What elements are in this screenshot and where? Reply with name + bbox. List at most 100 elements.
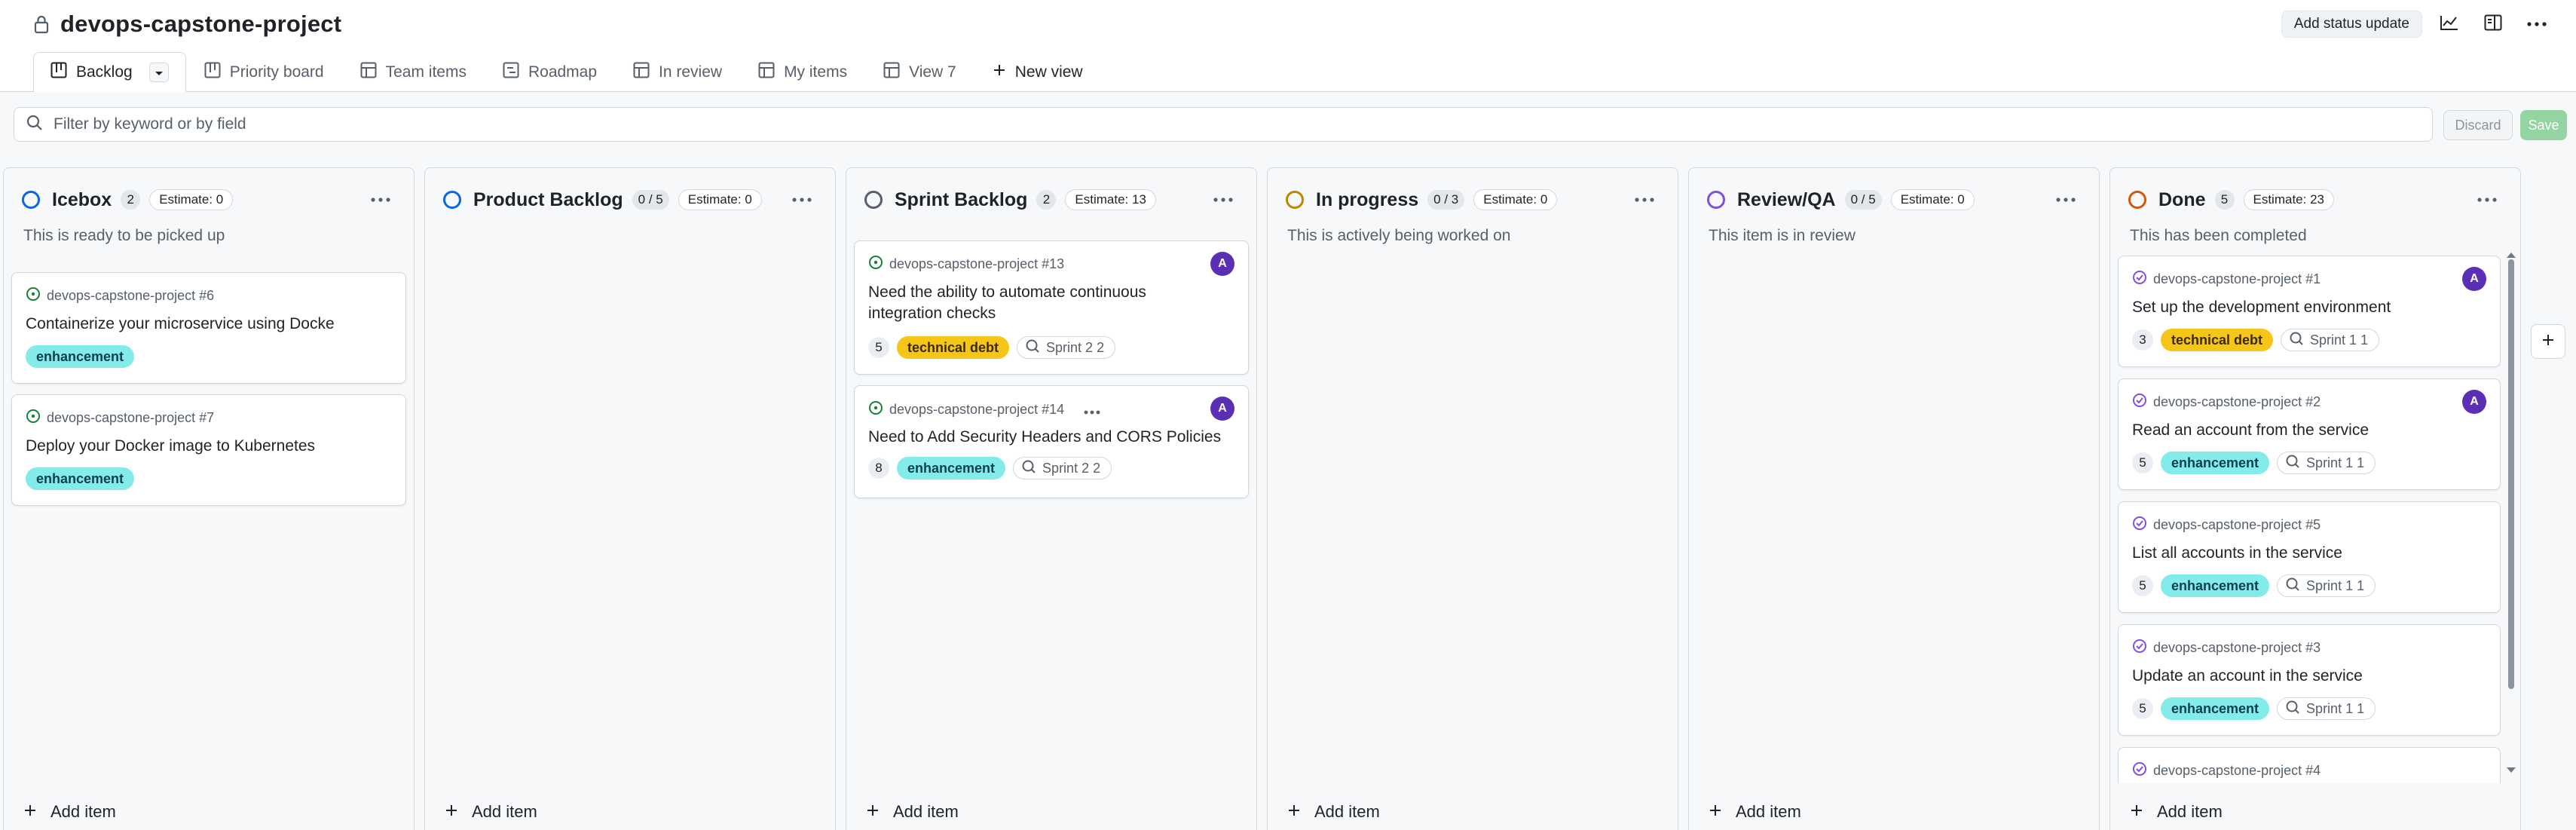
assignee-avatar[interactable]: A: [2462, 267, 2486, 291]
label-technical-debt[interactable]: technical debt: [897, 336, 1010, 359]
new-view-button[interactable]: New view: [974, 53, 1101, 92]
tab-view-7[interactable]: View 7: [865, 53, 974, 92]
kebab-icon: [1213, 193, 1233, 207]
sprint-chip[interactable]: Sprint 1 1: [2277, 574, 2376, 597]
tab-in-review[interactable]: In review: [615, 53, 740, 92]
card-ref: devops-capstone-project #14: [889, 401, 1065, 417]
scroll-down-arrow-icon[interactable]: [2507, 767, 2516, 773]
column-description: This is ready to be picked up: [23, 227, 225, 244]
add-item-button[interactable]: Add item: [1287, 798, 1380, 825]
tab-label: Team items: [385, 63, 467, 81]
column-menu-button[interactable]: [2051, 188, 2081, 212]
iteration-icon: [1025, 338, 1040, 357]
card-title[interactable]: Need to Add Security Headers and CORS Po…: [868, 427, 1222, 448]
card-title[interactable]: List all accounts in the service: [2132, 543, 2464, 564]
tab-team-items[interactable]: Team items: [342, 53, 485, 92]
card-title[interactable]: Read an account from the service: [2132, 420, 2464, 441]
label-enhancement[interactable]: enhancement: [26, 345, 135, 368]
kebab-icon: [1084, 400, 1100, 418]
insights-button[interactable]: [2433, 9, 2466, 39]
column-menu-button[interactable]: [1208, 188, 1238, 212]
issue-card[interactable]: devops-capstone-project #7 Deploy your D…: [11, 394, 406, 506]
card-reference: devops-capstone-project #4: [2132, 761, 2321, 780]
column-title: In progress: [1316, 188, 1419, 210]
assignee-avatar[interactable]: A: [1210, 397, 1234, 421]
add-item-button[interactable]: Add item: [866, 798, 959, 825]
issue-card[interactable]: devops-capstone-project #3 Update an acc…: [2118, 624, 2501, 736]
filter-input[interactable]: Filter by keyword or by field: [14, 107, 2433, 142]
tab-options-button[interactable]: [148, 63, 169, 82]
iteration-icon: [2289, 331, 2304, 350]
tab-label: Priority board: [229, 63, 324, 81]
column-menu-button[interactable]: [366, 188, 396, 212]
sprint-chip[interactable]: Sprint 1 1: [2281, 329, 2380, 351]
add-item-button[interactable]: Add item: [1709, 798, 1801, 825]
column-menu-button[interactable]: [2472, 188, 2502, 212]
assignee-avatar[interactable]: A: [2462, 390, 2486, 414]
label-technical-debt[interactable]: technical debt: [2161, 329, 2274, 351]
add-item-button[interactable]: Add item: [445, 798, 537, 825]
card-reference: devops-capstone-project #3: [2132, 639, 2321, 657]
issue-card[interactable]: devops-capstone-project #13 A Need the a…: [854, 240, 1249, 375]
item-count-badge: 2: [1036, 190, 1057, 210]
label-enhancement[interactable]: enhancement: [2161, 574, 2270, 597]
issue-card[interactable]: devops-capstone-project #5 List all acco…: [2118, 501, 2501, 613]
tab-roadmap[interactable]: Roadmap: [485, 53, 615, 92]
add-item-button[interactable]: Add item: [23, 798, 116, 825]
sprint-chip[interactable]: Sprint 1 1: [2277, 452, 2376, 474]
label-enhancement[interactable]: enhancement: [2161, 697, 2270, 720]
card-title[interactable]: Containerize your microservice using Doc…: [26, 314, 357, 335]
iteration-icon: [2285, 454, 2300, 473]
add-status-update-button[interactable]: Add status update: [2281, 11, 2422, 38]
issue-card[interactable]: devops-capstone-project #14 A Need to Ad…: [854, 385, 1249, 498]
card-title[interactable]: Update an account in the service: [2132, 666, 2464, 687]
tab-my-items[interactable]: My items: [740, 53, 865, 92]
sidebar-icon: [2484, 14, 2502, 35]
project-menu-button[interactable]: [2520, 9, 2553, 39]
card-title[interactable]: Set up the development environment: [2132, 297, 2464, 318]
card-ref: devops-capstone-project #13: [889, 256, 1065, 271]
add-column-button[interactable]: [2531, 324, 2565, 359]
scrollbar-thumb[interactable]: [2508, 259, 2514, 689]
kebab-icon: [792, 193, 812, 207]
story-points: 5: [2132, 452, 2153, 473]
issue-card[interactable]: devops-capstone-project #2 A Read an acc…: [2118, 378, 2501, 490]
save-button[interactable]: Save: [2520, 110, 2567, 140]
search-icon: [26, 115, 43, 135]
issue-card[interactable]: devops-capstone-project #4: [2118, 747, 2501, 783]
iteration-icon: [2285, 700, 2300, 718]
column-menu-button[interactable]: [787, 188, 817, 212]
sprint-chip[interactable]: Sprint 2 2: [1013, 457, 1112, 479]
column-product-backlog: Product Backlog 0 / 5 Estimate: 0 Add it…: [424, 167, 836, 830]
card-menu-button[interactable]: [1084, 400, 1100, 419]
scroll-up-arrow-icon[interactable]: [2507, 253, 2516, 258]
card-title[interactable]: Need the ability to automate continuous …: [868, 282, 1200, 324]
estimate-badge: Estimate: 0: [1890, 189, 1975, 210]
open-issue-icon: [868, 255, 883, 274]
card-title[interactable]: Deploy your Docker image to Kubernetes: [26, 436, 357, 457]
tab-backlog[interactable]: Backlog: [33, 52, 186, 93]
add-item-button[interactable]: Add item: [2130, 798, 2223, 825]
card-reference: devops-capstone-project #13: [868, 255, 1064, 274]
caret-down-icon: [154, 63, 164, 81]
status-circle-icon: [443, 191, 461, 209]
issue-card[interactable]: devops-capstone-project #6 Containerize …: [11, 272, 406, 384]
tab-priority-board[interactable]: Priority board: [186, 53, 342, 92]
issue-card[interactable]: devops-capstone-project #1 A Set up the …: [2118, 256, 2501, 367]
card-reference: devops-capstone-project #14: [868, 400, 1100, 419]
closed-issue-icon: [2132, 761, 2147, 780]
card-reference: devops-capstone-project #1: [2132, 270, 2321, 289]
sprint-chip[interactable]: Sprint 1 1: [2277, 697, 2376, 720]
column-menu-button[interactable]: [1629, 188, 1660, 212]
sprint-chip[interactable]: Sprint 2 2: [1017, 336, 1116, 359]
estimate-badge: Estimate: 0: [678, 189, 762, 210]
assignee-avatar[interactable]: A: [1210, 252, 1234, 276]
label-enhancement[interactable]: enhancement: [2161, 452, 2270, 474]
roadmap-icon: [503, 62, 519, 83]
discard-button[interactable]: Discard: [2443, 110, 2513, 140]
estimate-badge: Estimate: 0: [149, 189, 234, 210]
label-enhancement[interactable]: enhancement: [897, 457, 1006, 479]
label-enhancement[interactable]: enhancement: [26, 467, 135, 490]
closed-issue-icon: [2132, 516, 2147, 534]
side-panel-button[interactable]: [2477, 9, 2510, 39]
